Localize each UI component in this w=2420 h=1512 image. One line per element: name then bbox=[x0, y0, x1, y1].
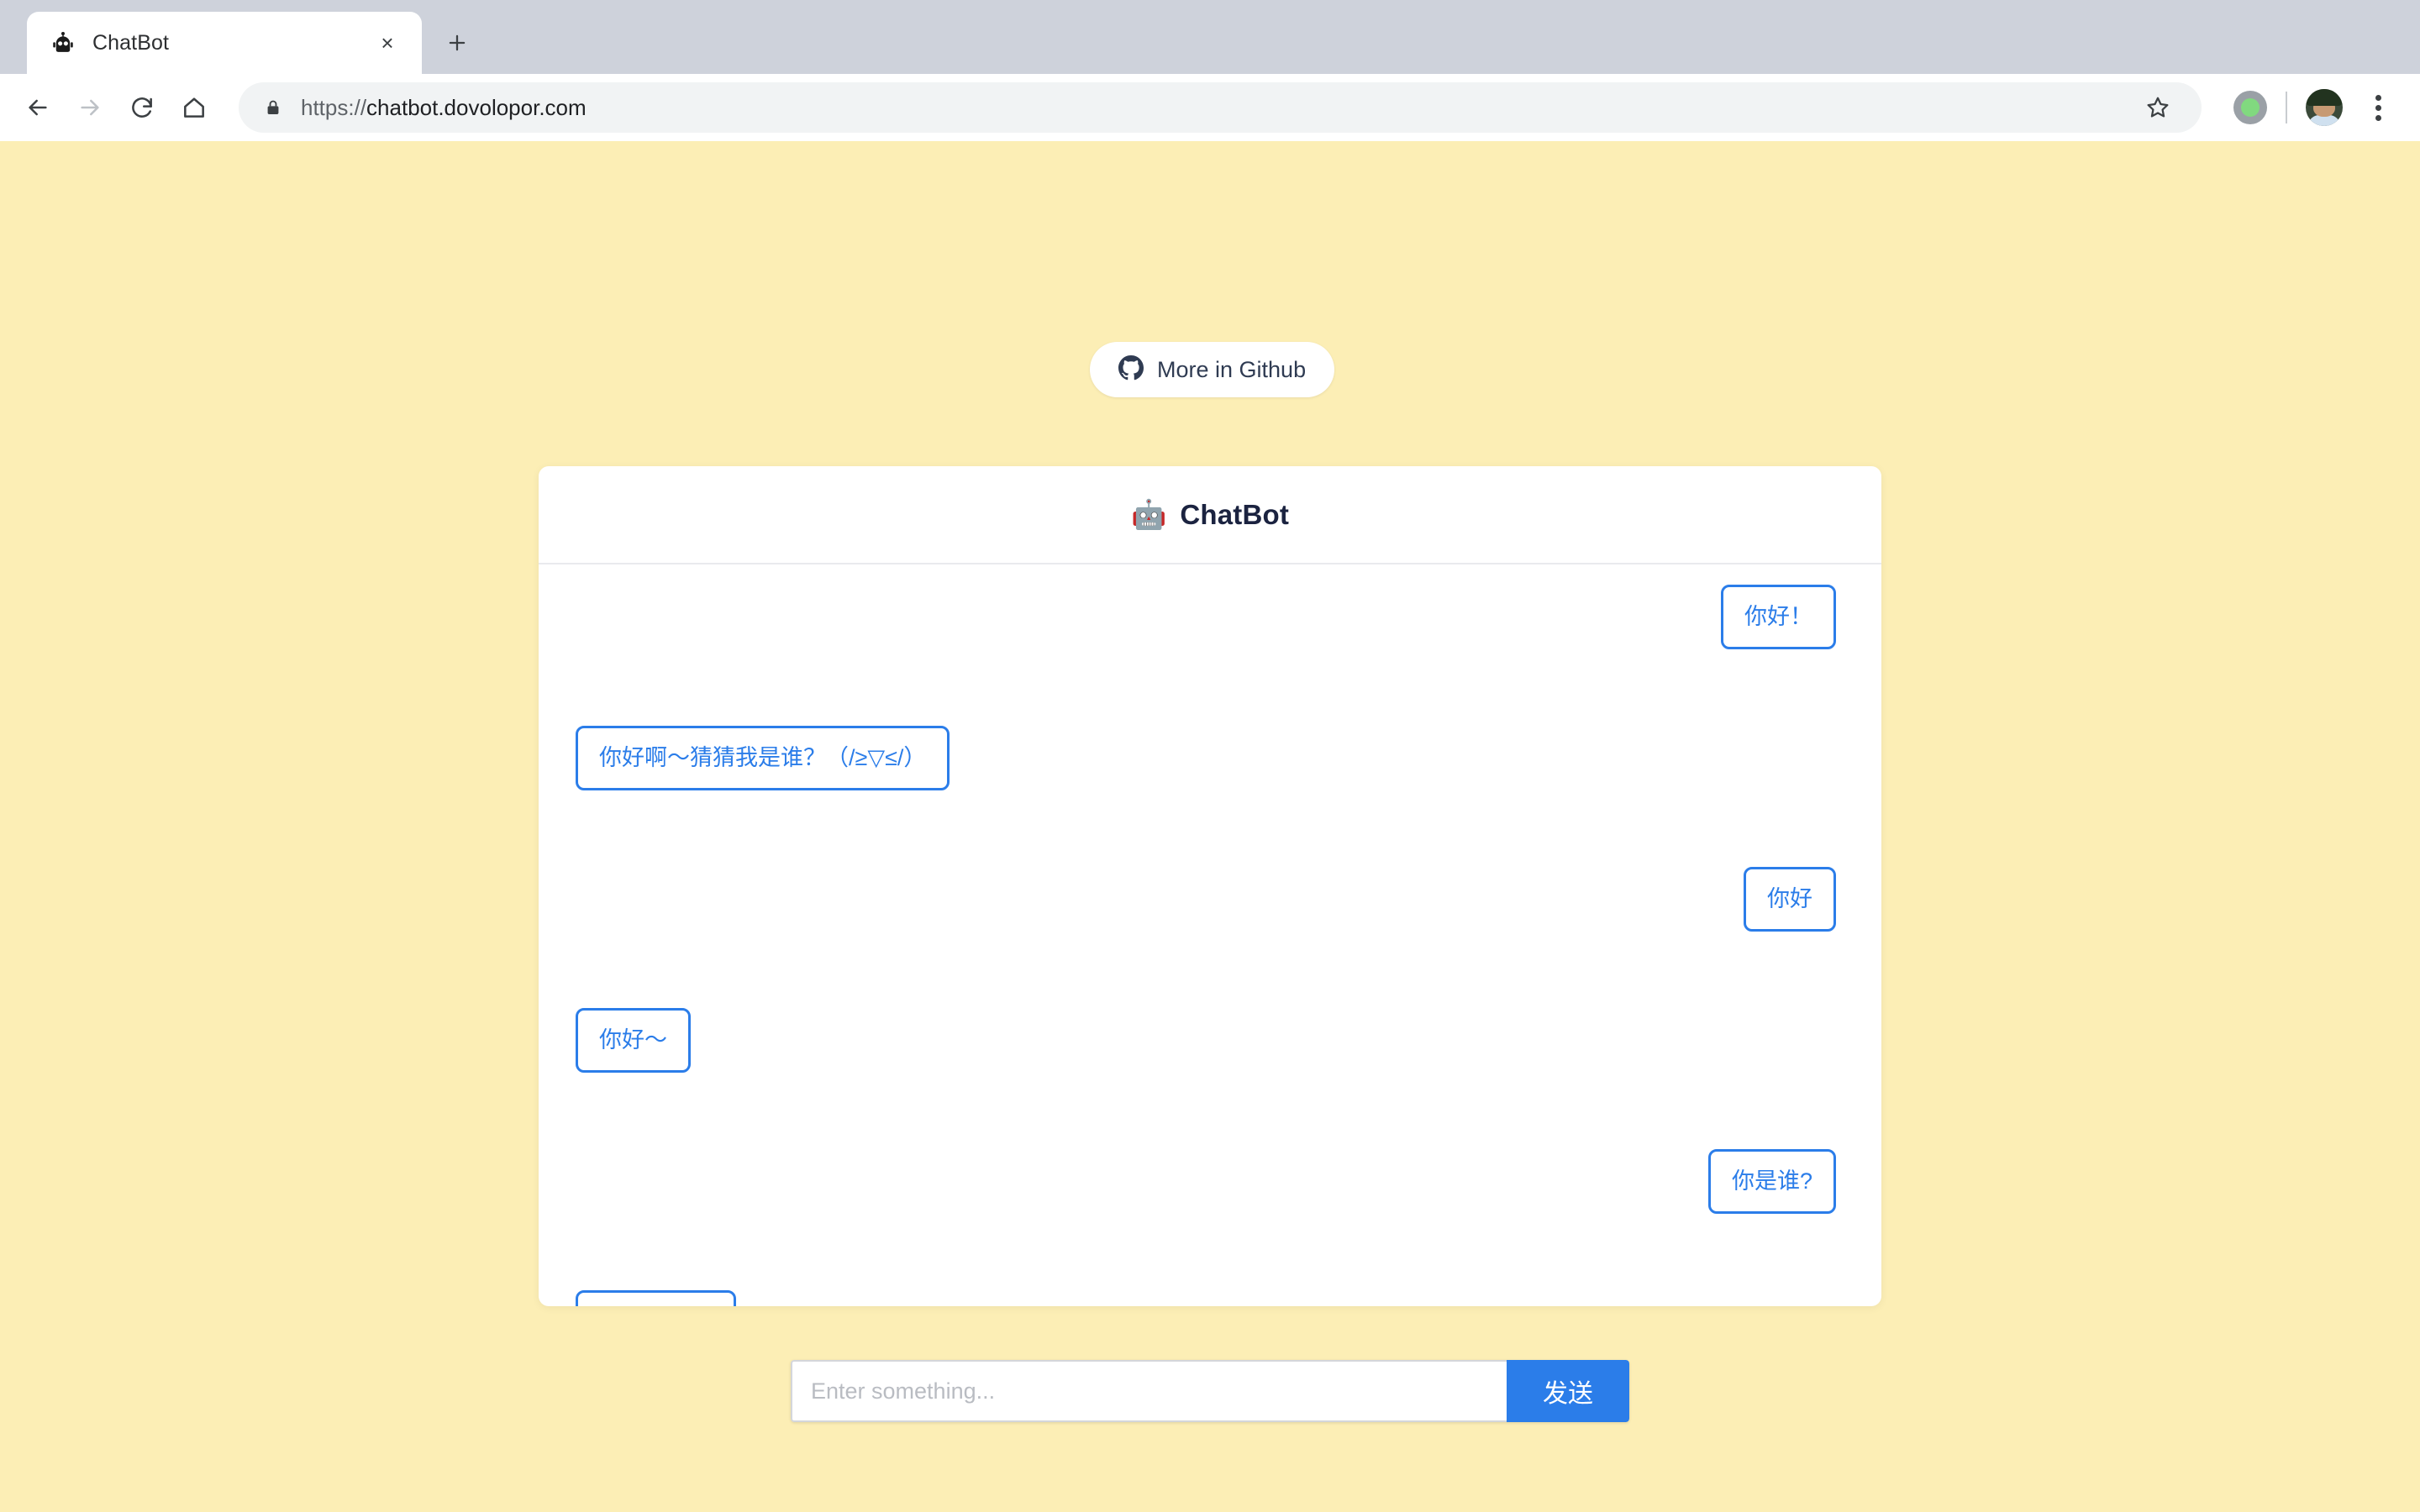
browser-toolbar: https://chatbot.dovolopor.com bbox=[0, 74, 2420, 141]
chat-card: 🤖 ChatBot 你好！ 你好啊～猜猜我是谁？（/≥▽≤/） 你好 你好～ 你… bbox=[539, 466, 1881, 1306]
robot-emoji-icon: 🤖 bbox=[1130, 498, 1167, 531]
message-row: 你好～ bbox=[576, 1008, 1844, 1149]
forward-icon[interactable] bbox=[64, 81, 116, 134]
message-bubble-user: 你好 bbox=[1744, 867, 1836, 932]
page-title: ChatBot bbox=[1180, 498, 1290, 530]
message-bubble-bot: 你好～ bbox=[576, 1008, 691, 1073]
message-input[interactable] bbox=[791, 1360, 1507, 1422]
message-bubble-bot: 你好啊～猜猜我是谁？（/≥▽≤/） bbox=[576, 726, 950, 790]
chat-header: 🤖 ChatBot bbox=[539, 466, 1881, 564]
url-host: chatbot.dovolopor.com bbox=[366, 94, 587, 120]
profile-avatar[interactable] bbox=[2306, 89, 2343, 126]
message-bubble-user: 你是谁? bbox=[1707, 1149, 1836, 1214]
robot-icon bbox=[50, 30, 76, 55]
message-row: 你好啊～猜猜我是谁？（/≥▽≤/） bbox=[576, 726, 1844, 867]
extension-dot-icon[interactable] bbox=[2233, 91, 2267, 124]
url-text: https://chatbot.dovolopor.com bbox=[301, 95, 2118, 121]
kebab-menu-icon[interactable] bbox=[2358, 87, 2398, 128]
more-in-github-button[interactable]: More in Github bbox=[1090, 342, 1335, 397]
toolbar-divider bbox=[2286, 92, 2287, 123]
address-bar[interactable]: https://chatbot.dovolopor.com bbox=[239, 82, 2202, 133]
message-row: 你是谁? bbox=[576, 1149, 1844, 1290]
message-bubble-bot: 我叫锅贴。 bbox=[576, 1290, 736, 1306]
page-body: More in Github 🤖 ChatBot 你好！ 你好啊～猜猜我是谁？（… bbox=[0, 141, 2420, 1512]
message-row: 你好！ bbox=[576, 585, 1844, 726]
home-icon[interactable] bbox=[168, 81, 220, 134]
send-button[interactable]: 发送 bbox=[1507, 1360, 1629, 1422]
message-list[interactable]: 你好！ 你好啊～猜猜我是谁？（/≥▽≤/） 你好 你好～ 你是谁? 我叫锅贴。 … bbox=[539, 564, 1881, 1306]
reload-icon[interactable] bbox=[116, 81, 168, 134]
lock-icon bbox=[264, 97, 282, 118]
browser-chrome: ChatBot × https://chatbot.dovolopor.com bbox=[0, 0, 2420, 141]
message-row: 我叫锅贴。 bbox=[576, 1290, 1844, 1306]
message-bubble-user: 你好！ bbox=[1721, 585, 1836, 649]
composer: 发送 bbox=[791, 1360, 1629, 1422]
github-icon bbox=[1118, 354, 1144, 385]
more-in-github-label: More in Github bbox=[1157, 356, 1307, 382]
url-scheme: https:// bbox=[301, 94, 367, 120]
message-row: 你好 bbox=[576, 867, 1844, 1008]
browser-tab-chatbot[interactable]: ChatBot × bbox=[27, 12, 422, 74]
back-icon[interactable] bbox=[12, 81, 64, 134]
close-icon[interactable]: × bbox=[373, 29, 402, 57]
tab-strip: ChatBot × bbox=[0, 0, 2420, 74]
star-icon[interactable] bbox=[2136, 86, 2180, 129]
new-tab-button[interactable] bbox=[434, 19, 481, 66]
tab-title: ChatBot bbox=[92, 30, 170, 55]
